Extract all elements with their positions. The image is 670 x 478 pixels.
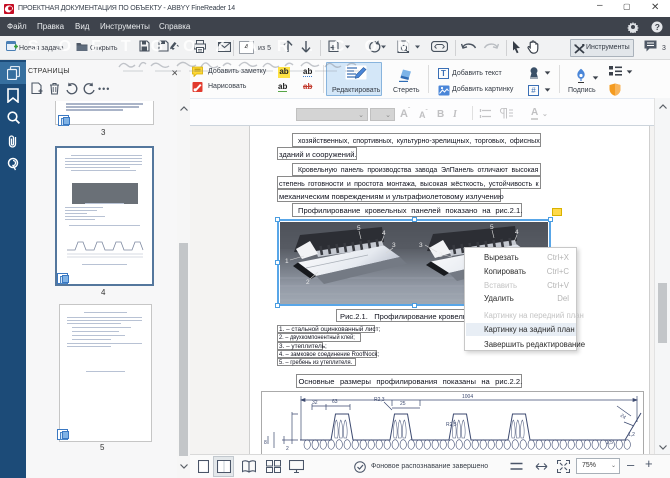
svg-text:R2,3: R2,3	[374, 397, 385, 403]
svg-text:32: 32	[312, 400, 318, 406]
svg-text:8: 8	[264, 440, 267, 446]
svg-text:24: 24	[619, 413, 627, 421]
svg-text:2: 2	[286, 446, 289, 452]
svg-text:R2,5: R2,5	[446, 422, 457, 428]
svg-text:1,5: 1,5	[606, 440, 613, 446]
svg-text:1,2: 1,2	[628, 432, 635, 438]
svg-text:1004: 1004	[462, 394, 473, 400]
svg-text:25: 25	[400, 401, 406, 407]
svg-text:?: ?	[655, 22, 660, 32]
svg-text:63: 63	[332, 399, 338, 405]
